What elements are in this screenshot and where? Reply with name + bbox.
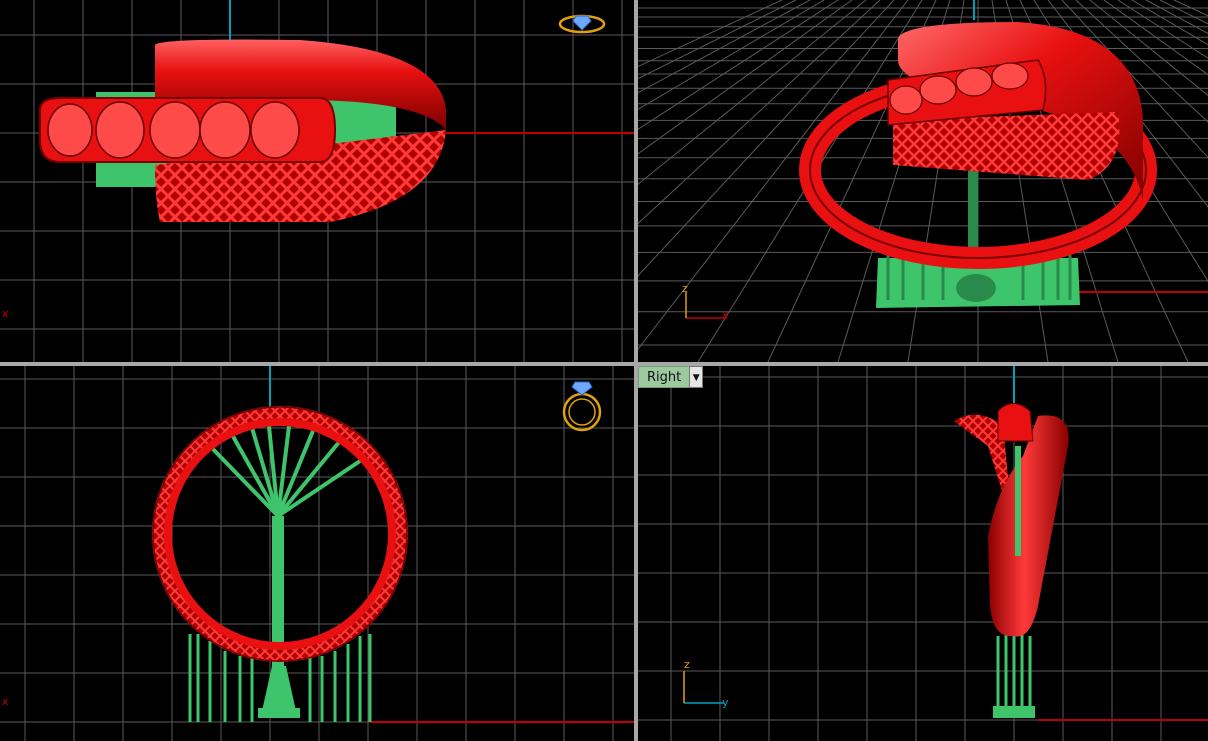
grid-line (638, 0, 825, 110)
viewport-right[interactable]: Right ▼ y z (638, 366, 1208, 741)
axis-gizmo: x z (682, 282, 729, 321)
ring-model-top (39, 39, 446, 222)
grid-line (638, 0, 895, 277)
viewport-perspective[interactable]: x z (638, 0, 1208, 362)
grid-line (1159, 0, 1208, 25)
viewport-top[interactable]: x (0, 0, 634, 362)
gizmo-z-label: z (684, 658, 690, 671)
top-view-canvas[interactable]: x (0, 0, 634, 362)
perspective-view-canvas[interactable]: x z (638, 0, 1208, 362)
ring-model-front (152, 406, 408, 722)
x-axis-label: x (2, 695, 9, 708)
gizmo-z-label: z (682, 282, 688, 295)
gizmo-y-label: y (722, 696, 729, 709)
grid-line (638, 0, 909, 350)
ring-gem-icon[interactable] (562, 381, 602, 432)
front-view-canvas[interactable]: x (0, 366, 634, 741)
viewport-front[interactable]: x (0, 366, 634, 741)
gizmo-x-label: x (722, 308, 729, 321)
ring-gem-icon[interactable] (558, 14, 606, 34)
viewport-title-right[interactable]: Right ▼ (638, 366, 706, 388)
grid-line (638, 0, 797, 80)
right-view-canvas[interactable]: y z (638, 366, 1208, 741)
grid-line (1103, 0, 1208, 76)
dropdown-arrow-icon[interactable]: ▼ (689, 366, 704, 388)
viewport-divider-horizontal[interactable] (0, 362, 1208, 366)
ring-model-perspective (799, 22, 1157, 308)
grid-line (638, 0, 867, 185)
axis-gizmo: y z (683, 658, 729, 709)
x-axis-label: x (2, 307, 9, 320)
viewport-title-label[interactable]: Right (638, 366, 690, 388)
